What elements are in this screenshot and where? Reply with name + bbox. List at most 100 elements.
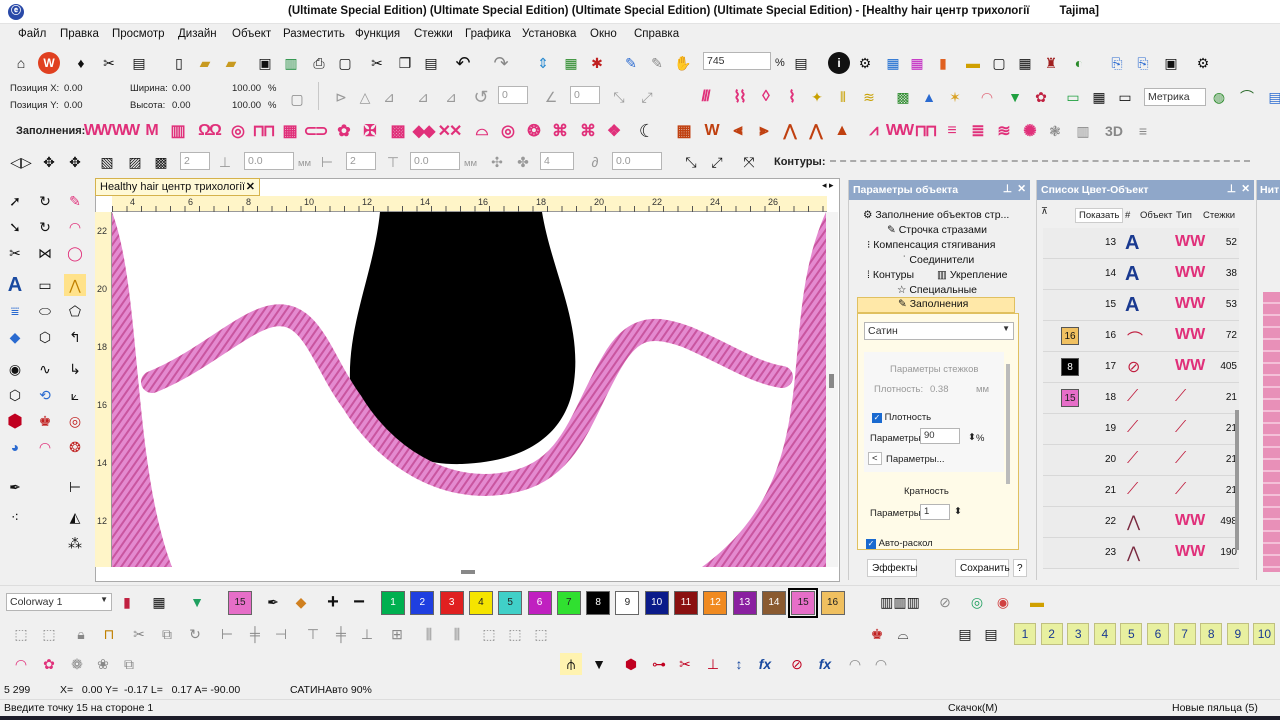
thread-color-strip[interactable]: [1263, 292, 1280, 572]
hoop-sequence-button[interactable]: 6: [1147, 623, 1169, 645]
shape-fill-icon[interactable]: ⌇: [780, 86, 802, 108]
mirror-v-icon[interactable]: △: [354, 86, 376, 108]
color-swatch[interactable]: 16: [1061, 327, 1079, 345]
array3-icon[interactable]: ▩: [150, 151, 172, 173]
density-checkbox[interactable]: ✓ Плотность: [872, 412, 931, 423]
params-back-button[interactable]: <: [868, 452, 882, 465]
contour-styles[interactable]: [830, 160, 1250, 163]
palette-color-chip[interactable]: 3: [439, 591, 464, 615]
stop-icon[interactable]: ⬢: [620, 653, 642, 675]
balloon-icon[interactable]: ♦: [70, 52, 92, 74]
pos-y-value[interactable]: 0.00: [64, 100, 83, 111]
hex-icon[interactable]: ⬡: [4, 384, 26, 406]
curve-tool-icon[interactable]: ↰: [64, 326, 86, 348]
rectangle-icon[interactable]: ▭: [34, 274, 56, 296]
palette-color-chip[interactable]: 15: [788, 588, 819, 618]
export-machine-icon[interactable]: ⎘: [1106, 52, 1128, 74]
fill-gray-icon[interactable]: ▥: [1072, 120, 1094, 142]
hoop-tool-icon[interactable]: ◕: [4, 436, 26, 458]
scale-fit-icon[interactable]: ⤡: [680, 151, 702, 173]
gear-icon[interactable]: ⚙: [854, 52, 876, 74]
tshirt-icon[interactable]: ▼: [1004, 86, 1026, 108]
align-center-icon[interactable]: ╪: [244, 623, 266, 645]
rainbow-tool-icon[interactable]: ◠: [34, 436, 56, 458]
travel-icon[interactable]: ⇕: [532, 52, 554, 74]
menu-stitches[interactable]: Стежки: [414, 28, 453, 40]
hoop-icon[interactable]: ▬: [962, 52, 984, 74]
fill-dots-icon[interactable]: ▩: [386, 120, 408, 142]
props-scrollbar[interactable]: [1006, 364, 1010, 484]
tie-icon[interactable]: ⊶: [648, 653, 670, 675]
break-icon[interactable]: ⧉: [156, 623, 178, 645]
units-select[interactable]: Метрика: [1144, 88, 1206, 106]
tab-scroll-arrows[interactable]: ◂ ▸: [822, 180, 834, 191]
palette-color-chip[interactable]: 2: [410, 591, 435, 615]
palette-color-chip[interactable]: 7: [556, 591, 581, 615]
scale-icon[interactable]: ⤡: [608, 86, 630, 108]
stamp-icon[interactable]: ♜: [1040, 52, 1062, 74]
color-swatch[interactable]: 8: [1061, 358, 1079, 376]
radial-icon[interactable]: ✣: [486, 151, 508, 173]
pen-tool-icon[interactable]: ✒: [4, 476, 26, 498]
function2-icon[interactable]: fx: [814, 653, 836, 675]
flip-icon[interactable]: ⤢: [706, 151, 728, 173]
no-stitch-icon[interactable]: ⊘: [786, 653, 808, 675]
info-icon[interactable]: i: [828, 52, 850, 74]
ruler-icon[interactable]: ▭: [1114, 86, 1136, 108]
auto-split-checkbox[interactable]: ✓ Авто-раскол: [866, 538, 933, 549]
copy-icon[interactable]: ❐: [394, 52, 416, 74]
menu-design[interactable]: Дизайн: [178, 28, 217, 40]
fill-grid-icon[interactable]: ▦: [278, 120, 300, 142]
reorder2-icon[interactable]: ▤: [980, 623, 1002, 645]
list-item[interactable]: 23 ⋀ WW 190: [1043, 538, 1239, 569]
lettering-a-icon[interactable]: A: [4, 274, 26, 296]
rainbow-bottom-icon[interactable]: ◠: [10, 653, 32, 675]
menu-graphics[interactable]: Графика: [465, 28, 511, 40]
appliqué-bottom-icon[interactable]: ♚: [866, 623, 888, 645]
fill-moon-icon[interactable]: ☾: [636, 120, 658, 142]
trim-icon[interactable]: ✂: [128, 623, 150, 645]
scrollbar-thumb[interactable]: [829, 374, 834, 388]
palette-color-chip[interactable]: 13: [732, 591, 757, 615]
params-more-button[interactable]: Параметры...: [886, 454, 945, 465]
menu-function[interactable]: Функция: [355, 28, 400, 40]
copies-input[interactable]: 2: [180, 152, 210, 170]
fill-curl-icon[interactable]: ❂: [522, 120, 544, 142]
pin-icon[interactable]: ⊥: [1003, 183, 1012, 195]
threads-icon[interactable]: ▮: [932, 52, 954, 74]
color-cycle-icon[interactable]: ◎: [966, 591, 988, 613]
undo-icon[interactable]: ↶: [452, 52, 474, 74]
satin-fill-icon[interactable]: ///: [694, 86, 716, 108]
ruler-grid-icon[interactable]: ▤: [790, 52, 812, 74]
radial2-icon[interactable]: ✤: [512, 151, 534, 173]
arrow-tool-icon[interactable]: ◭: [64, 506, 86, 528]
palette-color-chip[interactable]: 10: [644, 591, 669, 615]
degree-input[interactable]: 0.0: [612, 152, 662, 170]
hoop-sequence-button[interactable]: 8: [1200, 623, 1223, 645]
tree-item-connectors[interactable]: ˙ Соединители: [903, 254, 974, 266]
palette-color-chip[interactable]: 9: [615, 591, 640, 615]
palette-color-chip[interactable]: 5: [498, 591, 523, 615]
design-tools-icon[interactable]: ✎: [620, 52, 642, 74]
lock-proportion-icon[interactable]: ▢: [286, 88, 308, 110]
flower-bottom-icon[interactable]: ✿: [38, 653, 60, 675]
hoop-sequence-button[interactable]: 10: [1253, 623, 1276, 645]
grid-toggle-icon[interactable]: ▦: [1088, 86, 1110, 108]
group-icon[interactable]: ⬚: [38, 623, 60, 645]
distribute2-icon[interactable]: ⫼: [446, 623, 468, 645]
params-spinner[interactable]: ⬍: [968, 432, 976, 443]
new-file-icon[interactable]: ▯: [168, 52, 190, 74]
gauge-icon[interactable]: ◐: [1068, 52, 1090, 74]
color-swatch[interactable]: 15: [1061, 389, 1079, 407]
align-top-icon[interactable]: ⊤: [302, 623, 324, 645]
current-color-chip[interactable]: 15: [228, 591, 252, 615]
leaf-icon[interactable]: ◊: [754, 86, 776, 108]
fill-spiral-icon[interactable]: ◎: [496, 120, 518, 142]
palette-color-chip[interactable]: 11: [674, 591, 698, 615]
outline-icon[interactable]: ⧉: [118, 653, 140, 675]
palette-color-chip[interactable]: 6: [527, 591, 552, 615]
pos-x-value[interactable]: 0.00: [64, 83, 83, 94]
hoop-sequence-button[interactable]: 9: [1226, 623, 1249, 645]
menu-edit[interactable]: Правка: [60, 28, 99, 40]
dots-tool-icon[interactable]: ⁖: [4, 506, 26, 528]
